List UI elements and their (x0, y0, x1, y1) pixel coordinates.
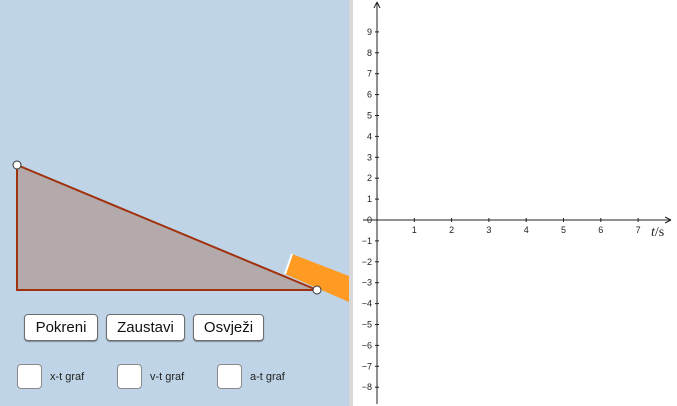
sliding-block[interactable] (285, 254, 349, 302)
y-tick-label: 2 (367, 173, 372, 183)
bottom-vertex-handle[interactable] (312, 285, 322, 295)
y-tick-label: −3 (362, 278, 372, 288)
x-tick-label: 1 (412, 225, 417, 235)
y-tick-label: 8 (367, 48, 372, 58)
at-graph-label: a-t graf (250, 371, 285, 383)
y-tick-label: −4 (362, 299, 372, 309)
y-tick-label: −2 (362, 257, 372, 267)
graph-canvas[interactable]: 1 2 3 4 5 6 7 9 8 7 6 5 4 3 2 1 0 −1 −2 −3 −4 −5 −6 −7 −8 t/s (353, 0, 677, 406)
x-axis-label: t/s (651, 225, 664, 240)
y-tick-label: −5 (362, 320, 372, 330)
refresh-button[interactable]: Osvježi (193, 314, 264, 341)
y-tick-label: 4 (367, 131, 372, 141)
y-tick-label: 1 (367, 194, 372, 204)
top-vertex-handle[interactable] (12, 160, 22, 170)
vt-graph-label: v-t graf (150, 371, 185, 383)
x-tick-label: 2 (449, 225, 454, 235)
axes (363, 1, 672, 404)
x-tick-label: 5 (561, 225, 566, 235)
x-axis-label-unit: s (659, 225, 664, 240)
stop-button[interactable]: Zaustavi (106, 314, 185, 341)
y-tick-label: 7 (367, 69, 372, 79)
incline-triangle (16, 163, 318, 291)
y-tick-label: −8 (362, 382, 372, 392)
xt-graph-label: x-t graf (50, 371, 85, 383)
start-button[interactable]: Pokreni (24, 314, 98, 341)
y-tick-label: 0 (367, 215, 372, 225)
y-tick-label: −7 (362, 361, 372, 371)
y-tick-label: 6 (367, 90, 372, 100)
xt-graph-checkbox[interactable] (17, 364, 42, 389)
y-tick-label: −6 (362, 340, 372, 350)
x-tick-label: 6 (598, 225, 603, 235)
vt-graph-checkbox[interactable] (117, 364, 142, 389)
x-tick-label: 7 (636, 225, 641, 235)
incline-scene (12, 160, 349, 302)
y-tick-label: 3 (367, 152, 372, 162)
x-tick-label: 4 (524, 225, 529, 235)
x-tick-label: 3 (486, 225, 491, 235)
graph-panel: 1 2 3 4 5 6 7 9 8 7 6 5 4 3 2 1 0 −1 −2 −3 −4 −5 −6 −7 −8 t/s (353, 0, 677, 406)
y-tick-label: −1 (362, 236, 372, 246)
tick-labels: 1 2 3 4 5 6 7 9 8 7 6 5 4 3 2 1 0 −1 −2 −3 −4 −5 −6 −7 −8 (362, 27, 641, 392)
at-graph-checkbox[interactable] (217, 364, 242, 389)
y-tick-label: 5 (367, 111, 372, 121)
simulation-panel: Pokreni Zaustavi Osvježi x-t graf v-t gr… (0, 0, 349, 406)
ticks (375, 31, 639, 388)
y-tick-label: 9 (367, 27, 372, 37)
